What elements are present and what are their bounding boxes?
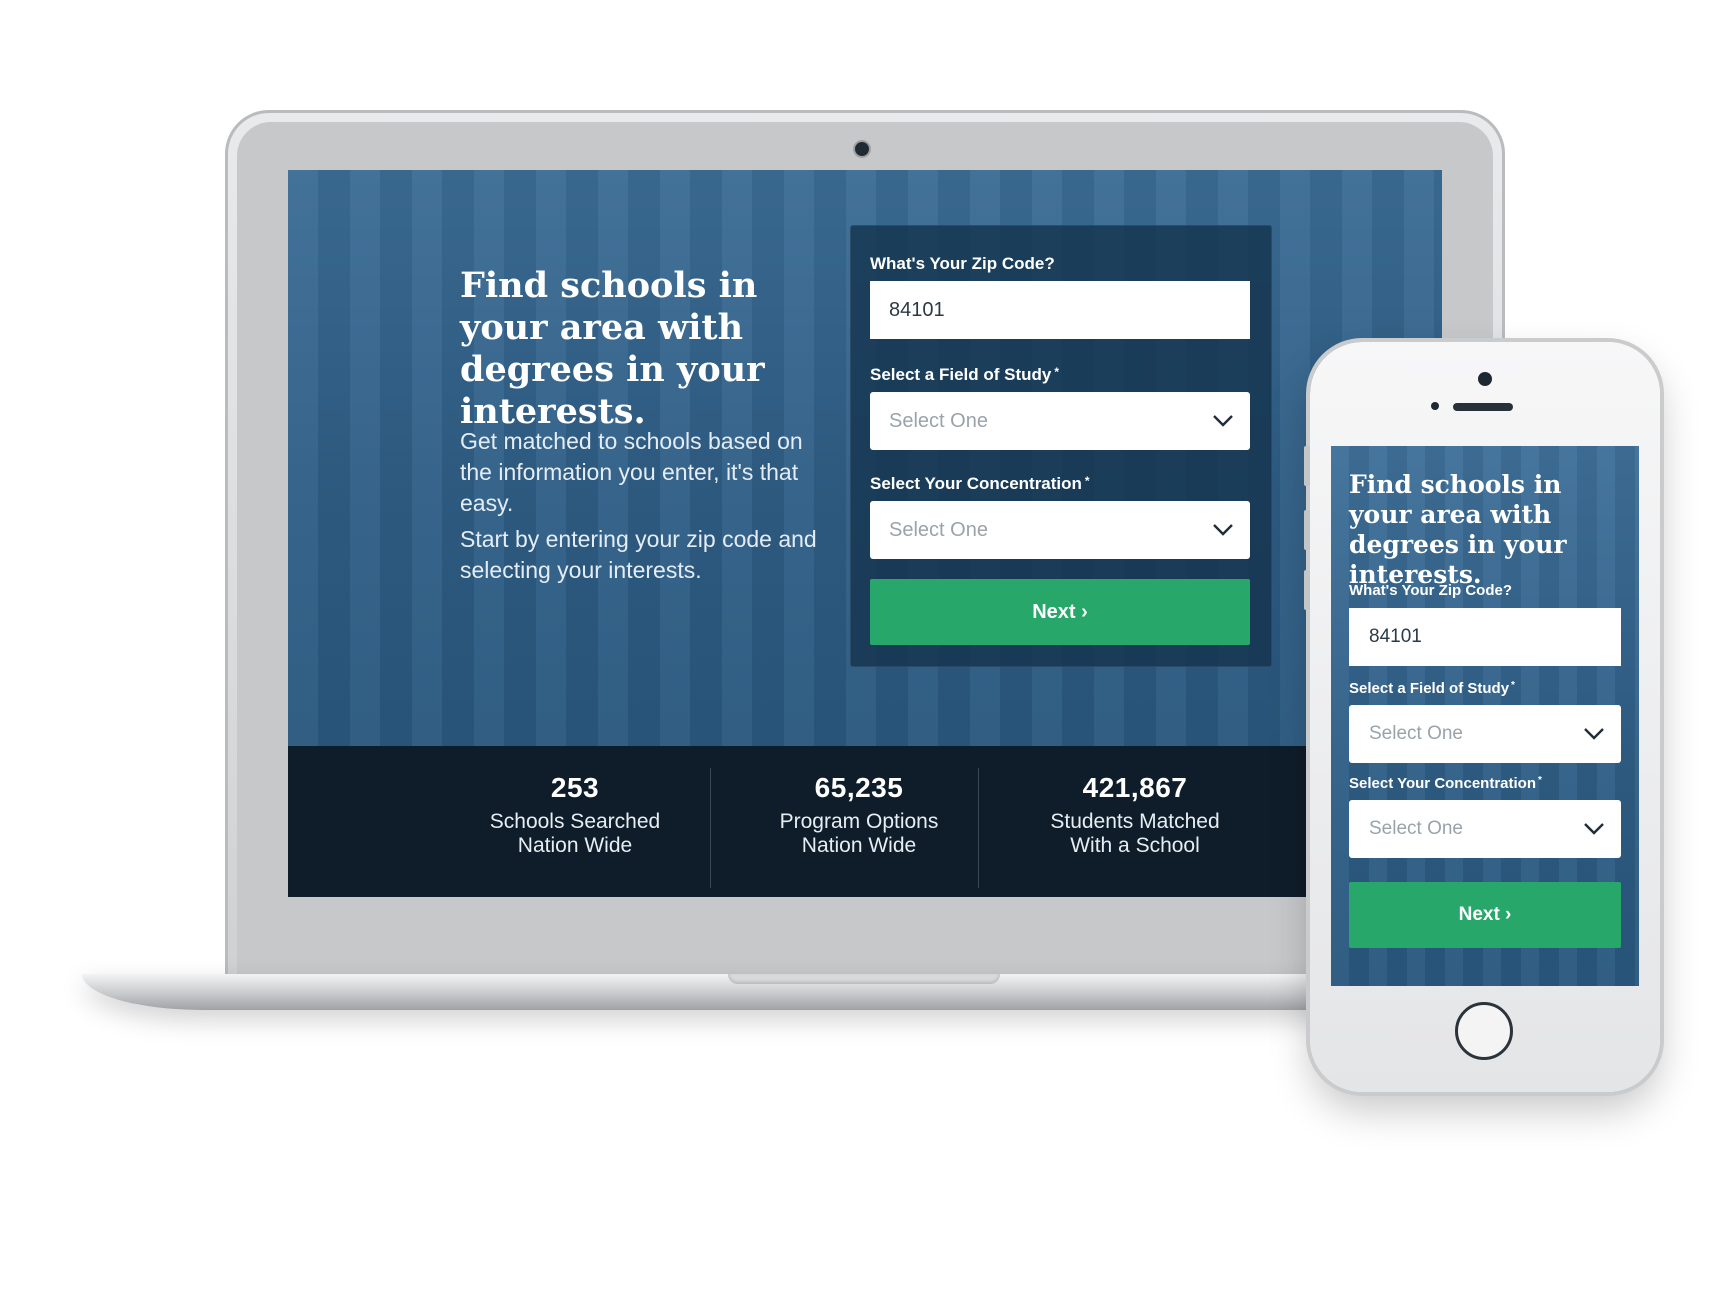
concentration-label-text: Select Your Concentration: [870, 474, 1082, 493]
field-of-study-label: Select a Field of Study *: [870, 365, 1059, 385]
mobile-field-of-study-value: Select One: [1369, 723, 1463, 744]
required-mark: *: [1084, 474, 1090, 488]
stat-divider: [710, 768, 711, 888]
mobile-concentration-label-text: Select Your Concentration: [1349, 775, 1536, 792]
mobile-field-of-study-select[interactable]: Select One: [1349, 705, 1621, 763]
stat-label-line2: Nation Wide: [801, 834, 917, 857]
hero-paragraph-1: Get matched to schools based on the info…: [460, 428, 803, 516]
phone-sensor: [1431, 402, 1439, 410]
required-mark: *: [1511, 680, 1515, 691]
mobile-zip-input[interactable]: 84101: [1349, 608, 1621, 666]
zip-input[interactable]: 84101: [870, 281, 1250, 339]
mobile-field-of-study-label-text: Select a Field of Study: [1349, 680, 1510, 697]
mobile-concentration-value: Select One: [1369, 818, 1463, 839]
hero-title: Find schools in your area with degrees i…: [460, 265, 765, 432]
zip-input-value: 84101: [889, 298, 945, 321]
stat-label-line1: Program Options: [779, 810, 939, 833]
required-mark: *: [1537, 775, 1542, 786]
mobile-field-of-study-label: Select a Field of Study *: [1349, 680, 1515, 697]
phone-volume-button: [1304, 446, 1310, 486]
search-form: What's Your Zip Code? 84101 Select a Fie…: [850, 225, 1272, 667]
phone-home-button[interactable]: [1455, 1002, 1513, 1060]
field-of-study-label-text: Select a Field of Study: [870, 365, 1052, 384]
stat-number: 253: [550, 772, 600, 803]
laptop-opening-notch: [728, 974, 1000, 984]
stat-label-line2: Nation Wide: [517, 834, 633, 857]
laptop-screen: Find schools in your area with degrees i…: [288, 170, 1442, 897]
stats-bar: 253 Schools Searched Nation Wide 65,235 …: [288, 746, 1442, 897]
stat-label-line1: Schools Searched: [489, 810, 661, 833]
phone-volume-button: [1304, 510, 1310, 550]
stat-number: 65,235: [814, 772, 904, 803]
mobile-zip-input-value: 84101: [1369, 626, 1422, 647]
mobile-concentration-select[interactable]: Select One: [1349, 800, 1621, 858]
chevron-down-icon: [1213, 415, 1233, 427]
mobile-zip-label: What's Your Zip Code?: [1349, 582, 1513, 599]
chevron-down-icon: [1584, 823, 1604, 835]
chevron-down-icon: [1584, 728, 1604, 740]
phone-speaker: [1453, 403, 1513, 411]
chevron-down-icon: [1213, 524, 1233, 536]
laptop-camera: [855, 142, 869, 156]
mobile-concentration-label: Select Your Concentration *: [1349, 775, 1542, 792]
hero-paragraph-2: Start by entering your zip code and sele…: [460, 526, 817, 583]
phone-camera: [1478, 372, 1492, 386]
stat-label-line2: With a School: [1070, 834, 1200, 857]
phone-volume-button: [1304, 570, 1310, 610]
hero-section: Find schools in your area with degrees i…: [288, 170, 1442, 746]
stat-label-line1: Students Matched: [1050, 810, 1220, 833]
field-of-study-select[interactable]: Select One: [870, 392, 1250, 450]
stat-schools: 253 Schools Searched Nation Wide: [440, 746, 710, 897]
mobile-next-button[interactable]: Next ›: [1349, 882, 1621, 948]
concentration-value: Select One: [889, 518, 988, 541]
stat-divider: [978, 768, 979, 888]
concentration-select[interactable]: Select One: [870, 501, 1250, 559]
concentration-label: Select Your Concentration *: [870, 474, 1090, 494]
mobile-hero-title: Find schools in your area with degrees i…: [1349, 470, 1567, 589]
next-button[interactable]: Next ›: [870, 579, 1250, 645]
stat-programs: 65,235 Program Options Nation Wide: [724, 746, 994, 897]
required-mark: *: [1054, 365, 1060, 379]
stat-students: 421,867 Students Matched With a School: [1000, 746, 1270, 897]
zip-label: What's Your Zip Code?: [870, 254, 1055, 273]
phone-screen: Find schools in your area with degrees i…: [1331, 446, 1639, 986]
field-of-study-value: Select One: [889, 409, 988, 432]
stat-number: 421,867: [1082, 772, 1188, 803]
